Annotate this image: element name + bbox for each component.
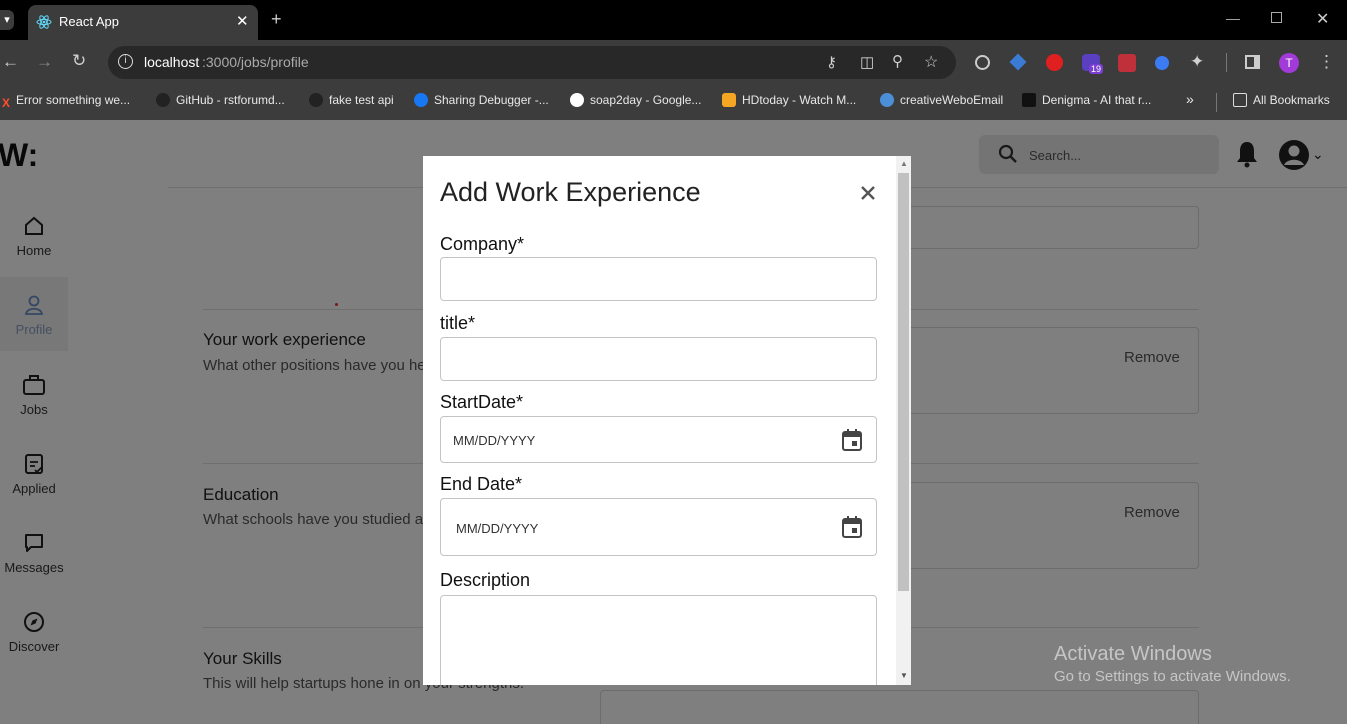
start-date-input[interactable]: MM/DD/YYYY <box>440 416 877 463</box>
profile-avatar[interactable]: T <box>1279 53 1299 73</box>
bookmarks-divider <box>1216 93 1217 112</box>
facebook-icon <box>414 93 428 107</box>
extensions-puzzle-icon[interactable]: ✦ <box>1190 52 1204 72</box>
browser-tab[interactable]: React App ✕ <box>28 5 258 40</box>
bookmark-star-icon[interactable]: ☆ <box>924 52 938 72</box>
bookmark-item[interactable]: soap2day - Google... <box>570 93 701 107</box>
extension-adblock-icon[interactable] <box>1046 54 1063 71</box>
address-bar[interactable]: i localhost :3000/jobs/profile ⚷ ◫ ⚲ ☆ <box>108 46 956 79</box>
denigma-icon <box>1022 93 1036 107</box>
company-input[interactable] <box>440 257 877 301</box>
forward-icon[interactable]: → <box>36 52 53 72</box>
x-icon: X <box>2 96 11 110</box>
new-tab-icon[interactable]: + <box>271 9 282 30</box>
windows-watermark-title: Activate Windows <box>1054 643 1212 665</box>
extension-target-icon[interactable] <box>975 55 990 70</box>
zoom-icon[interactable]: ⚲ <box>892 52 903 70</box>
reload-icon[interactable]: ↻ <box>72 51 86 71</box>
browser-toolbar: ← → ↻ i localhost :3000/jobs/profile ⚷ ◫… <box>0 40 1347 85</box>
description-textarea[interactable] <box>440 595 877 685</box>
scroll-down-icon[interactable]: ▼ <box>900 671 908 680</box>
start-date-label: StartDate* <box>440 392 524 412</box>
browser-tab-bar: ▾ React App ✕ + — ✕ <box>0 0 1347 40</box>
react-logo-icon <box>36 15 52 29</box>
window-close-icon[interactable]: ✕ <box>1316 9 1329 29</box>
restore-icon[interactable] <box>1271 12 1282 23</box>
url-host: localhost <box>144 54 200 70</box>
side-panel-icon[interactable] <box>1245 55 1260 69</box>
bookmark-item[interactable]: X Error something we... <box>2 93 130 110</box>
hdtoday-icon <box>722 93 736 107</box>
tab-close-icon[interactable]: ✕ <box>236 12 249 30</box>
folder-icon <box>1233 93 1247 107</box>
all-bookmarks[interactable]: All Bookmarks <box>1233 93 1330 107</box>
title-input[interactable] <box>440 337 877 381</box>
google-icon <box>570 93 584 107</box>
tab-search-icon[interactable]: ▾ <box>0 10 14 30</box>
bookmark-item[interactable]: GitHub - rstforumd... <box>156 93 285 107</box>
windows-watermark-subtitle: Go to Settings to activate Windows. <box>1054 668 1291 685</box>
title-label: title* <box>440 313 476 333</box>
back-icon[interactable]: ← <box>2 52 19 72</box>
github-icon <box>309 93 323 107</box>
minimize-icon[interactable]: — <box>1226 10 1240 26</box>
install-app-icon[interactable]: ◫ <box>860 53 874 71</box>
bookmark-item[interactable]: HDtoday - Watch M... <box>722 93 856 107</box>
site-info-icon[interactable]: i <box>118 54 133 69</box>
toolbar-divider <box>1226 53 1227 72</box>
extension-blue-icon[interactable] <box>1009 53 1027 71</box>
bookmark-item[interactable]: creativeWeboEmail <box>880 93 1003 107</box>
browser-menu-icon[interactable]: ⋮ <box>1318 52 1335 72</box>
modal-title: Add Work Experience <box>440 177 701 207</box>
end-date-label: End Date* <box>440 474 523 494</box>
calendar-icon[interactable] <box>841 515 863 539</box>
tab-title: React App <box>59 14 119 29</box>
company-label: Company* <box>440 234 525 254</box>
scrollbar-thumb[interactable] <box>898 173 909 591</box>
calendar-icon[interactable] <box>841 428 863 452</box>
modal-scrollbar[interactable]: ▲ ▼ <box>896 156 911 685</box>
end-date-placeholder: MM/DD/YYYY <box>456 521 539 536</box>
github-icon <box>156 93 170 107</box>
bookmarks-bar: X Error something we... GitHub - rstforum… <box>0 85 1347 120</box>
description-label: Description <box>440 570 531 590</box>
more-bookmarks-icon[interactable]: » <box>1186 91 1194 107</box>
react-logo-icon <box>880 93 894 107</box>
extension-badge: 19 <box>1089 64 1104 74</box>
close-icon[interactable] <box>861 186 875 200</box>
add-work-experience-modal: Add Work Experience Company* title* Star… <box>423 156 911 685</box>
extension-dot-icon[interactable] <box>1155 56 1169 70</box>
start-date-placeholder: MM/DD/YYYY <box>453 433 536 448</box>
end-date-input[interactable]: MM/DD/YYYY <box>440 498 877 556</box>
bookmark-item[interactable]: fake test api <box>309 93 394 107</box>
scroll-up-icon[interactable]: ▲ <box>900 159 908 168</box>
url-path: :3000/jobs/profile <box>202 54 309 70</box>
bookmark-item[interactable]: Denigma - AI that r... <box>1022 93 1151 107</box>
key-icon[interactable]: ⚷ <box>826 53 837 71</box>
extension-red-icon[interactable] <box>1118 54 1136 72</box>
bookmark-item[interactable]: Sharing Debugger -... <box>414 93 549 107</box>
